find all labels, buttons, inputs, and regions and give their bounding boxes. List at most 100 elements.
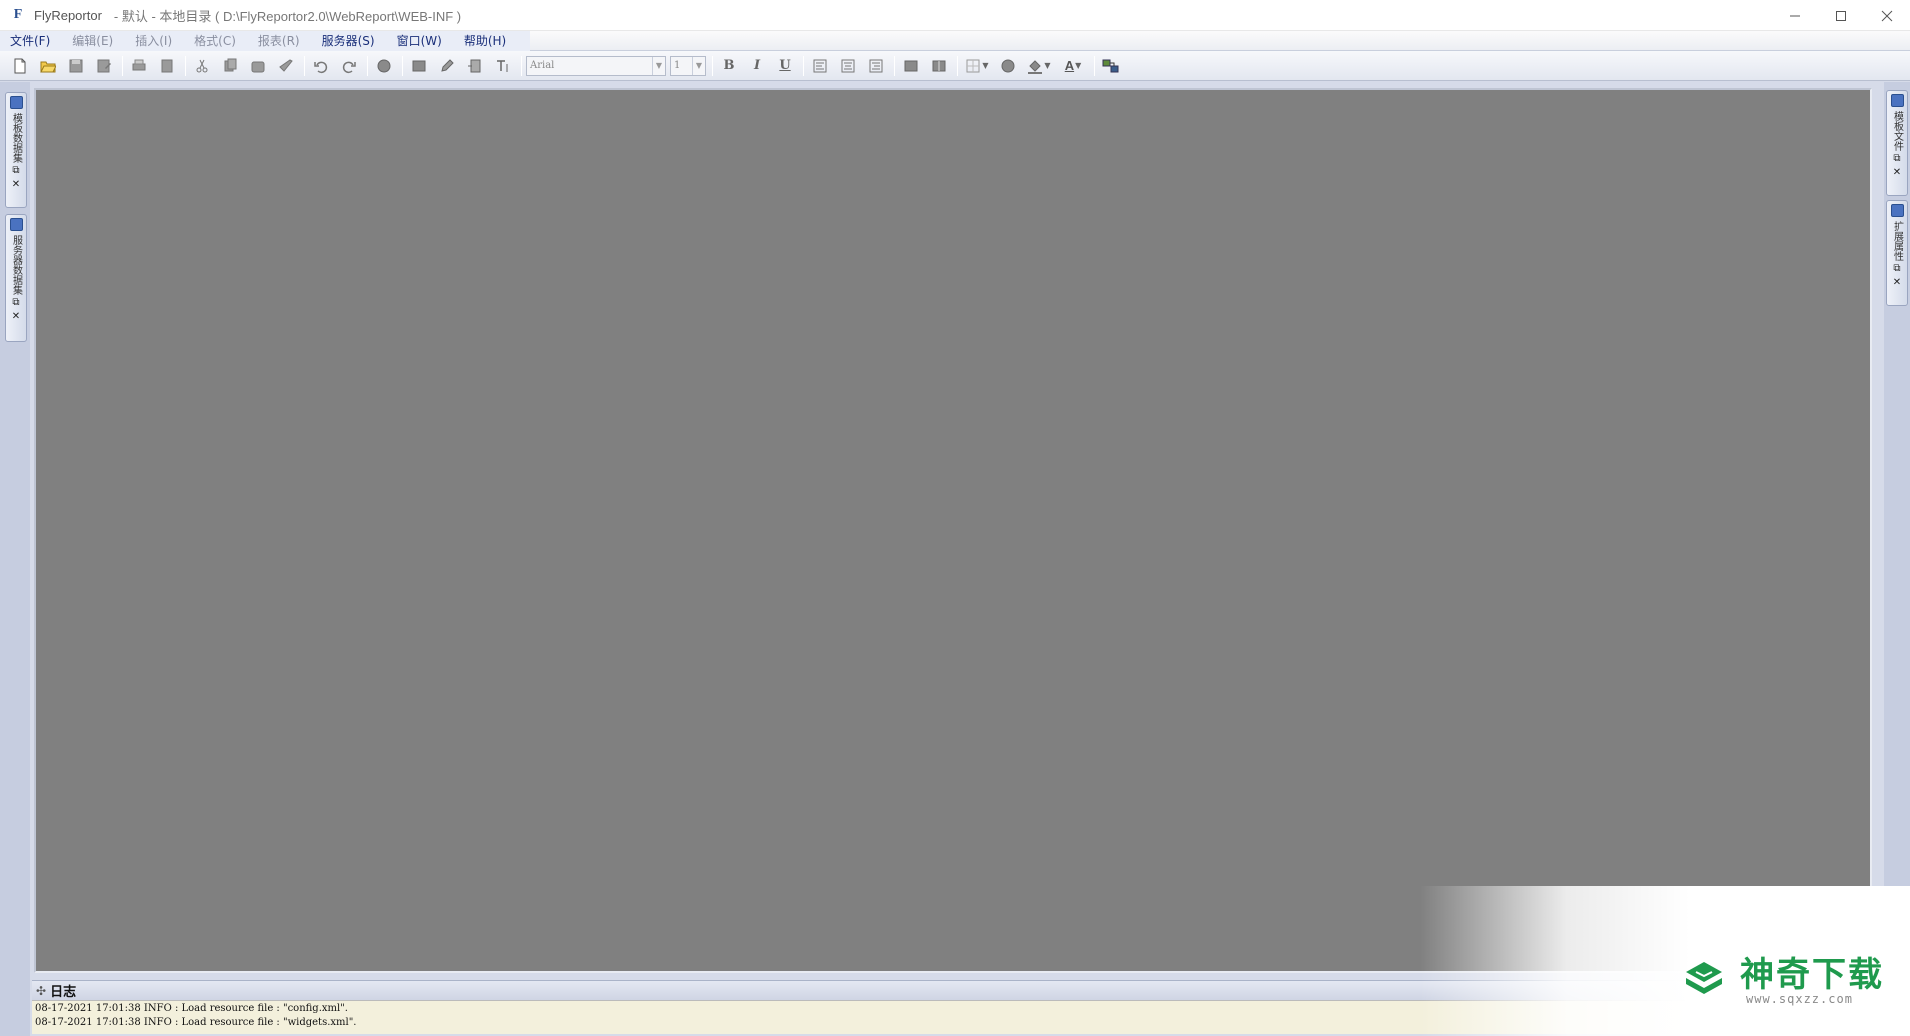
menu-window[interactable]: 窗口(W) [387,31,454,51]
toolbar-separator [712,55,713,76]
underline-button[interactable]: U [773,54,797,78]
fill-color-button[interactable]: ▼ [1024,54,1054,78]
close-icon[interactable]: ✕ [12,179,20,191]
align-center-button[interactable] [836,54,860,78]
dock-tab-label: 模板文件 [1891,111,1903,151]
chart-button[interactable] [372,54,396,78]
chevron-down-icon: ▼ [1075,61,1082,70]
cut-button[interactable] [190,54,214,78]
print-button[interactable] [127,54,151,78]
menu-report[interactable]: 报表(R) [248,31,312,51]
clear-button[interactable] [996,54,1020,78]
italic-icon: I [753,58,761,73]
font-color-button[interactable]: A ▼ [1058,54,1088,78]
close-icon[interactable]: ✕ [12,311,20,323]
font-size-select[interactable]: 1 ▼ [670,55,706,76]
align-right-button[interactable] [864,54,888,78]
dock-tab-extension-property[interactable]: 扩展属性 ⧉ ✕ [1886,200,1908,306]
font-family-value: Arial [530,60,555,71]
font-size-value: 1 [674,60,681,71]
undo-icon [314,61,328,73]
app-logo-icon: F [13,7,23,22]
float-icon[interactable]: ⧉ [12,297,19,309]
menu-bar: 文件(F) 编辑(E) 插入(I) 格式(C) 报表(R) 服务器(S) 窗口(… [0,30,1910,51]
undo-button[interactable] [309,54,333,78]
chevron-down-icon: ▼ [692,56,705,75]
italic-button[interactable]: I [745,54,769,78]
menu-server[interactable]: 服务器(S) [312,31,387,51]
template-file-icon [1890,94,1904,107]
align-left-button[interactable] [808,54,832,78]
paste-icon [251,61,265,72]
window-controls [1772,0,1910,31]
print-icon [132,59,146,70]
align-left-icon [813,59,827,72]
save-as-button[interactable] [92,54,116,78]
open-file-button[interactable] [36,54,60,78]
close-icon[interactable]: ✕ [1893,167,1901,179]
report-workspace[interactable] [34,88,1872,973]
merge-cells-button[interactable] [899,54,923,78]
unmerge-cells-button[interactable] [927,54,951,78]
log-output[interactable]: 08-17-2021 17:01:38 INFO : Load resource… [32,1000,1880,1034]
dock-tab-template-file[interactable]: 模板文件 ⧉ ✕ [1886,90,1908,196]
toolbar-separator [521,55,522,76]
extension-property-icon [1890,204,1904,217]
dock-tab-label: 服务器数据集 [10,235,22,295]
new-file-button[interactable] [8,54,32,78]
copy-button[interactable] [218,54,242,78]
watermark-url: www.sqxzz.com [1746,992,1853,1006]
unmerge-cells-icon [932,60,946,71]
chevron-down-icon: ▼ [982,61,989,70]
dataset-icon [9,96,23,109]
bold-button[interactable]: B [717,54,741,78]
data-link-button[interactable] [1099,54,1123,78]
left-dock: 模板数据集 ⧉ ✕ 服务器数据集 ⧉ ✕ [0,82,30,1036]
border-icon [966,59,980,72]
save-button[interactable] [64,54,88,78]
font-family-select[interactable]: Arial ▼ [526,55,666,76]
scissors-icon [196,59,208,72]
pin-icon[interactable]: ✣ [36,984,46,998]
log-panel: ✣ 日志 08-17-2021 17:01:38 INFO : Load res… [32,980,1880,1036]
float-icon[interactable]: ⧉ [1893,153,1900,165]
float-icon[interactable]: ⧉ [12,165,19,177]
menu-edit[interactable]: 编辑(E) [62,31,125,51]
log-panel-title: 日志 [50,985,77,1000]
text-direction-icon [497,59,508,72]
paste-button[interactable] [246,54,270,78]
data-link-icon [1102,59,1119,72]
dock-tab-server-dataset[interactable]: 服务器数据集 ⧉ ✕ [5,214,27,342]
toolbar-separator [1094,55,1095,76]
close-button[interactable] [1864,0,1910,31]
border-button[interactable]: ▼ [962,54,992,78]
menu-insert[interactable]: 插入(I) [125,31,184,51]
redo-button[interactable] [337,54,361,78]
insert-row-button[interactable] [463,54,487,78]
menu-format[interactable]: 格式(C) [184,31,248,51]
pencil-icon [441,58,454,72]
edit-cell-button[interactable] [435,54,459,78]
toolbar-separator [803,55,804,76]
minimize-button[interactable] [1772,0,1818,31]
insert-cell-button[interactable] [407,54,431,78]
menu-file[interactable]: 文件(F) [0,31,62,51]
toolbar-separator [185,55,186,76]
format-painter-button[interactable] [274,54,298,78]
maximize-button[interactable] [1818,0,1864,31]
dock-tab-template-dataset[interactable]: 模板数据集 ⧉ ✕ [5,92,27,208]
print-preview-icon [161,59,173,72]
merge-cells-icon [904,60,918,71]
redo-icon [342,61,356,73]
close-icon[interactable]: ✕ [1893,277,1901,289]
text-direction-button[interactable] [491,54,515,78]
save-as-icon [97,59,111,72]
toolbar-separator [304,55,305,76]
log-line: 08-17-2021 17:01:38 INFO : Load resource… [35,1017,357,1028]
bold-icon: B [723,58,735,73]
print-preview-button[interactable] [155,54,179,78]
paint-bucket-icon [1028,59,1043,74]
menu-help[interactable]: 帮助(H) [454,31,518,51]
float-icon[interactable]: ⧉ [1893,263,1900,275]
brush-icon [279,58,293,72]
